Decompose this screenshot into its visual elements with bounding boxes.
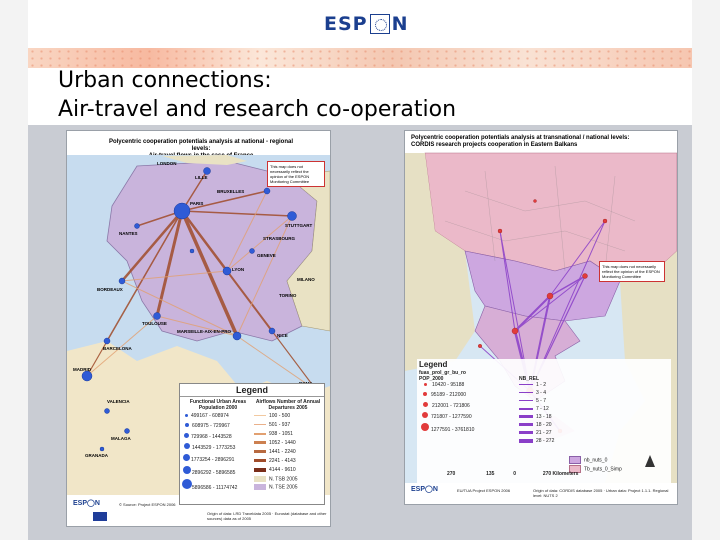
eu-globe-icon [369,14,390,34]
right-legend-title: Legend [419,360,448,369]
city-label: VALENCIA [107,399,130,404]
france-airflow-map: Polycentric cooperation potentials analy… [66,130,331,527]
espon-logo: ESP N [324,12,409,36]
city-label: NICE [277,333,288,338]
right-legend-pop-item: 95189 - 212000 [419,392,519,402]
right-legend-pop-item: 1277591 - 3761810 [419,423,519,435]
right-legend-rel-item: 1 - 2 [519,382,547,388]
left-legend-pop-item: 608975 - 729967 [182,423,254,433]
right-legend-layer-item: nb_nuts_0 [569,456,639,465]
left-legend-pop-item: 1443529 - 1773253 [182,443,254,454]
right-legend-pop-item: 212001 - 721806 [419,402,519,412]
left-legend-col-2-heading: Airflows Number of Annual Departures 200… [255,399,321,411]
left-legend-flow-item: 1441 - 2240 [254,449,322,458]
right-espon-mini-logo: ESP◯N [411,486,438,493]
city-label: BORDEAUX [97,287,123,292]
right-legend-rel-item: 7 - 12 [519,406,569,414]
city-label: MILANO [297,277,315,282]
left-map-legend: Legend Functional Urban Areas Population… [179,383,325,505]
slide-title-line-1: Urban connections: [58,68,272,93]
left-legend-flow-item: N. TSB 2005 [254,476,322,484]
right-legend-rel-item: 28 - 272 [519,438,569,446]
city-label: STRASBOURG [263,236,296,241]
left-legend-flow-item: 2241 - 4143 [254,458,322,467]
right-map-legend: Legend fuas_prol_gr_bu_ro POP_2000 10420… [417,359,671,485]
banner-pattern [28,48,692,68]
left-map-disclaimer: This map does not necessarily reflect th… [267,161,325,187]
left-legend-flow-item: 100 - 500 [254,413,322,422]
left-legend-flow-item: 1052 - 1440 [254,440,322,449]
right-legend-rel-item: 13 - 18 [519,414,569,422]
left-legend-flow-item: N. TSE 2005 [254,484,322,492]
right-legend-rel-item: 3 - 4 [519,390,569,398]
right-legend-rel-item: 18 - 20 [519,422,569,430]
left-legend-pop-item: 499167 - 608974 [182,413,254,423]
left-map-source: © Source: Project ESPON 2006 [119,502,176,507]
right-legend-layer-item: Tb_nuts_0_Simp [569,465,639,474]
city-label: GRANADA [85,453,108,458]
balkans-cordis-map: Polycentric cooperation potentials analy… [404,130,678,505]
right-legend-scale: 270 135 0 270 Kilometers [447,471,579,477]
right-legend-pop-item: 10420 - 95188 [419,382,519,392]
left-legend-col-1-heading: Functional Urban Areas Population 2000 [189,399,247,411]
left-legend-title: Legend [180,384,324,397]
left-map-data-origin: Origin of data: LRD Traveldata 2005 · Eu… [207,511,327,521]
city-label: PARIS [190,201,204,206]
right-legend-rel-col: NB_REL 1 - 2 3 - 4 5 - 7 7 - 12 13 - 18 … [519,376,569,474]
slide-title: Urban connections: Air-travel and resear… [58,66,678,124]
right-legend-pop-item: 721807 - 1277590 [419,412,519,423]
city-label: LONDON [157,161,177,166]
city-label: MADRID [73,367,91,372]
city-label: BARCELONA [103,346,132,351]
logo-text-left: ESP [324,13,368,35]
left-legend-flow-item: 4144 - 9610 [254,467,322,476]
left-legend-pop-item: 2896292 - 5896585 [182,466,254,479]
left-legend-pop-item: 1773254 - 2896291 [182,454,254,466]
left-legend-col-1: Functional Urban Areas Population 2000 4… [182,399,254,493]
city-label: MARSEILLE-AIX-EN-PRO [177,329,231,334]
left-legend-col-2: Airflows Number of Annual Departures 200… [254,399,322,493]
city-label: LYON [232,267,245,272]
north-arrow-icon [645,455,655,467]
right-legend-pop-col: POP_2000 10420 - 95188 95189 - 212000 21… [419,376,519,474]
city-label: STUTTGART [285,223,313,228]
left-legend-flow-item: 938 - 1051 [254,431,322,440]
header-bar: ESP N [28,0,692,48]
left-legend-pop-item: 729968 - 1443528 [182,433,254,443]
city-label: BRUXELLES [217,189,245,194]
city-label: GENEVE [257,253,276,258]
logo-text-right: N [391,13,409,35]
slide-title-line-2: Air-travel and research co-operation [58,97,457,122]
slide: ESP N Urban connections: Air-travel and … [28,0,692,540]
right-legend-rel-item: 5 - 7 [519,398,569,406]
right-map-source: EU/TUA Project ESPON 2006 [457,488,511,493]
left-legend-flow-item: 501 - 937 [254,422,322,431]
right-map-disclaimer: This map does not necessarily reflect th… [599,261,665,282]
slide-frame: ESP N Urban connections: Air-travel and … [0,0,720,540]
right-legend-layer-col: nb_nuts_0 Tb_nuts_0_Simp [569,376,639,474]
city-label: TORINO [279,293,297,298]
eu-flag-icon [93,512,107,521]
left-legend-pop-item: 5896586 - 11174742 [182,479,254,493]
right-legend-rel-item: 21 - 27 [519,430,569,438]
city-label: LILLE [195,175,208,180]
right-map-data-origin: Origin of data: CORDIS database 2005 · U… [533,488,669,498]
city-label: MALAGA [111,436,131,441]
city-label: NANTES [119,231,138,236]
content-area: Polycentric cooperation potentials analy… [28,125,692,540]
left-espon-mini-logo: ESP◯N [73,500,100,507]
city-label: TOULOUSE [142,321,167,326]
decorative-banner [28,48,692,68]
